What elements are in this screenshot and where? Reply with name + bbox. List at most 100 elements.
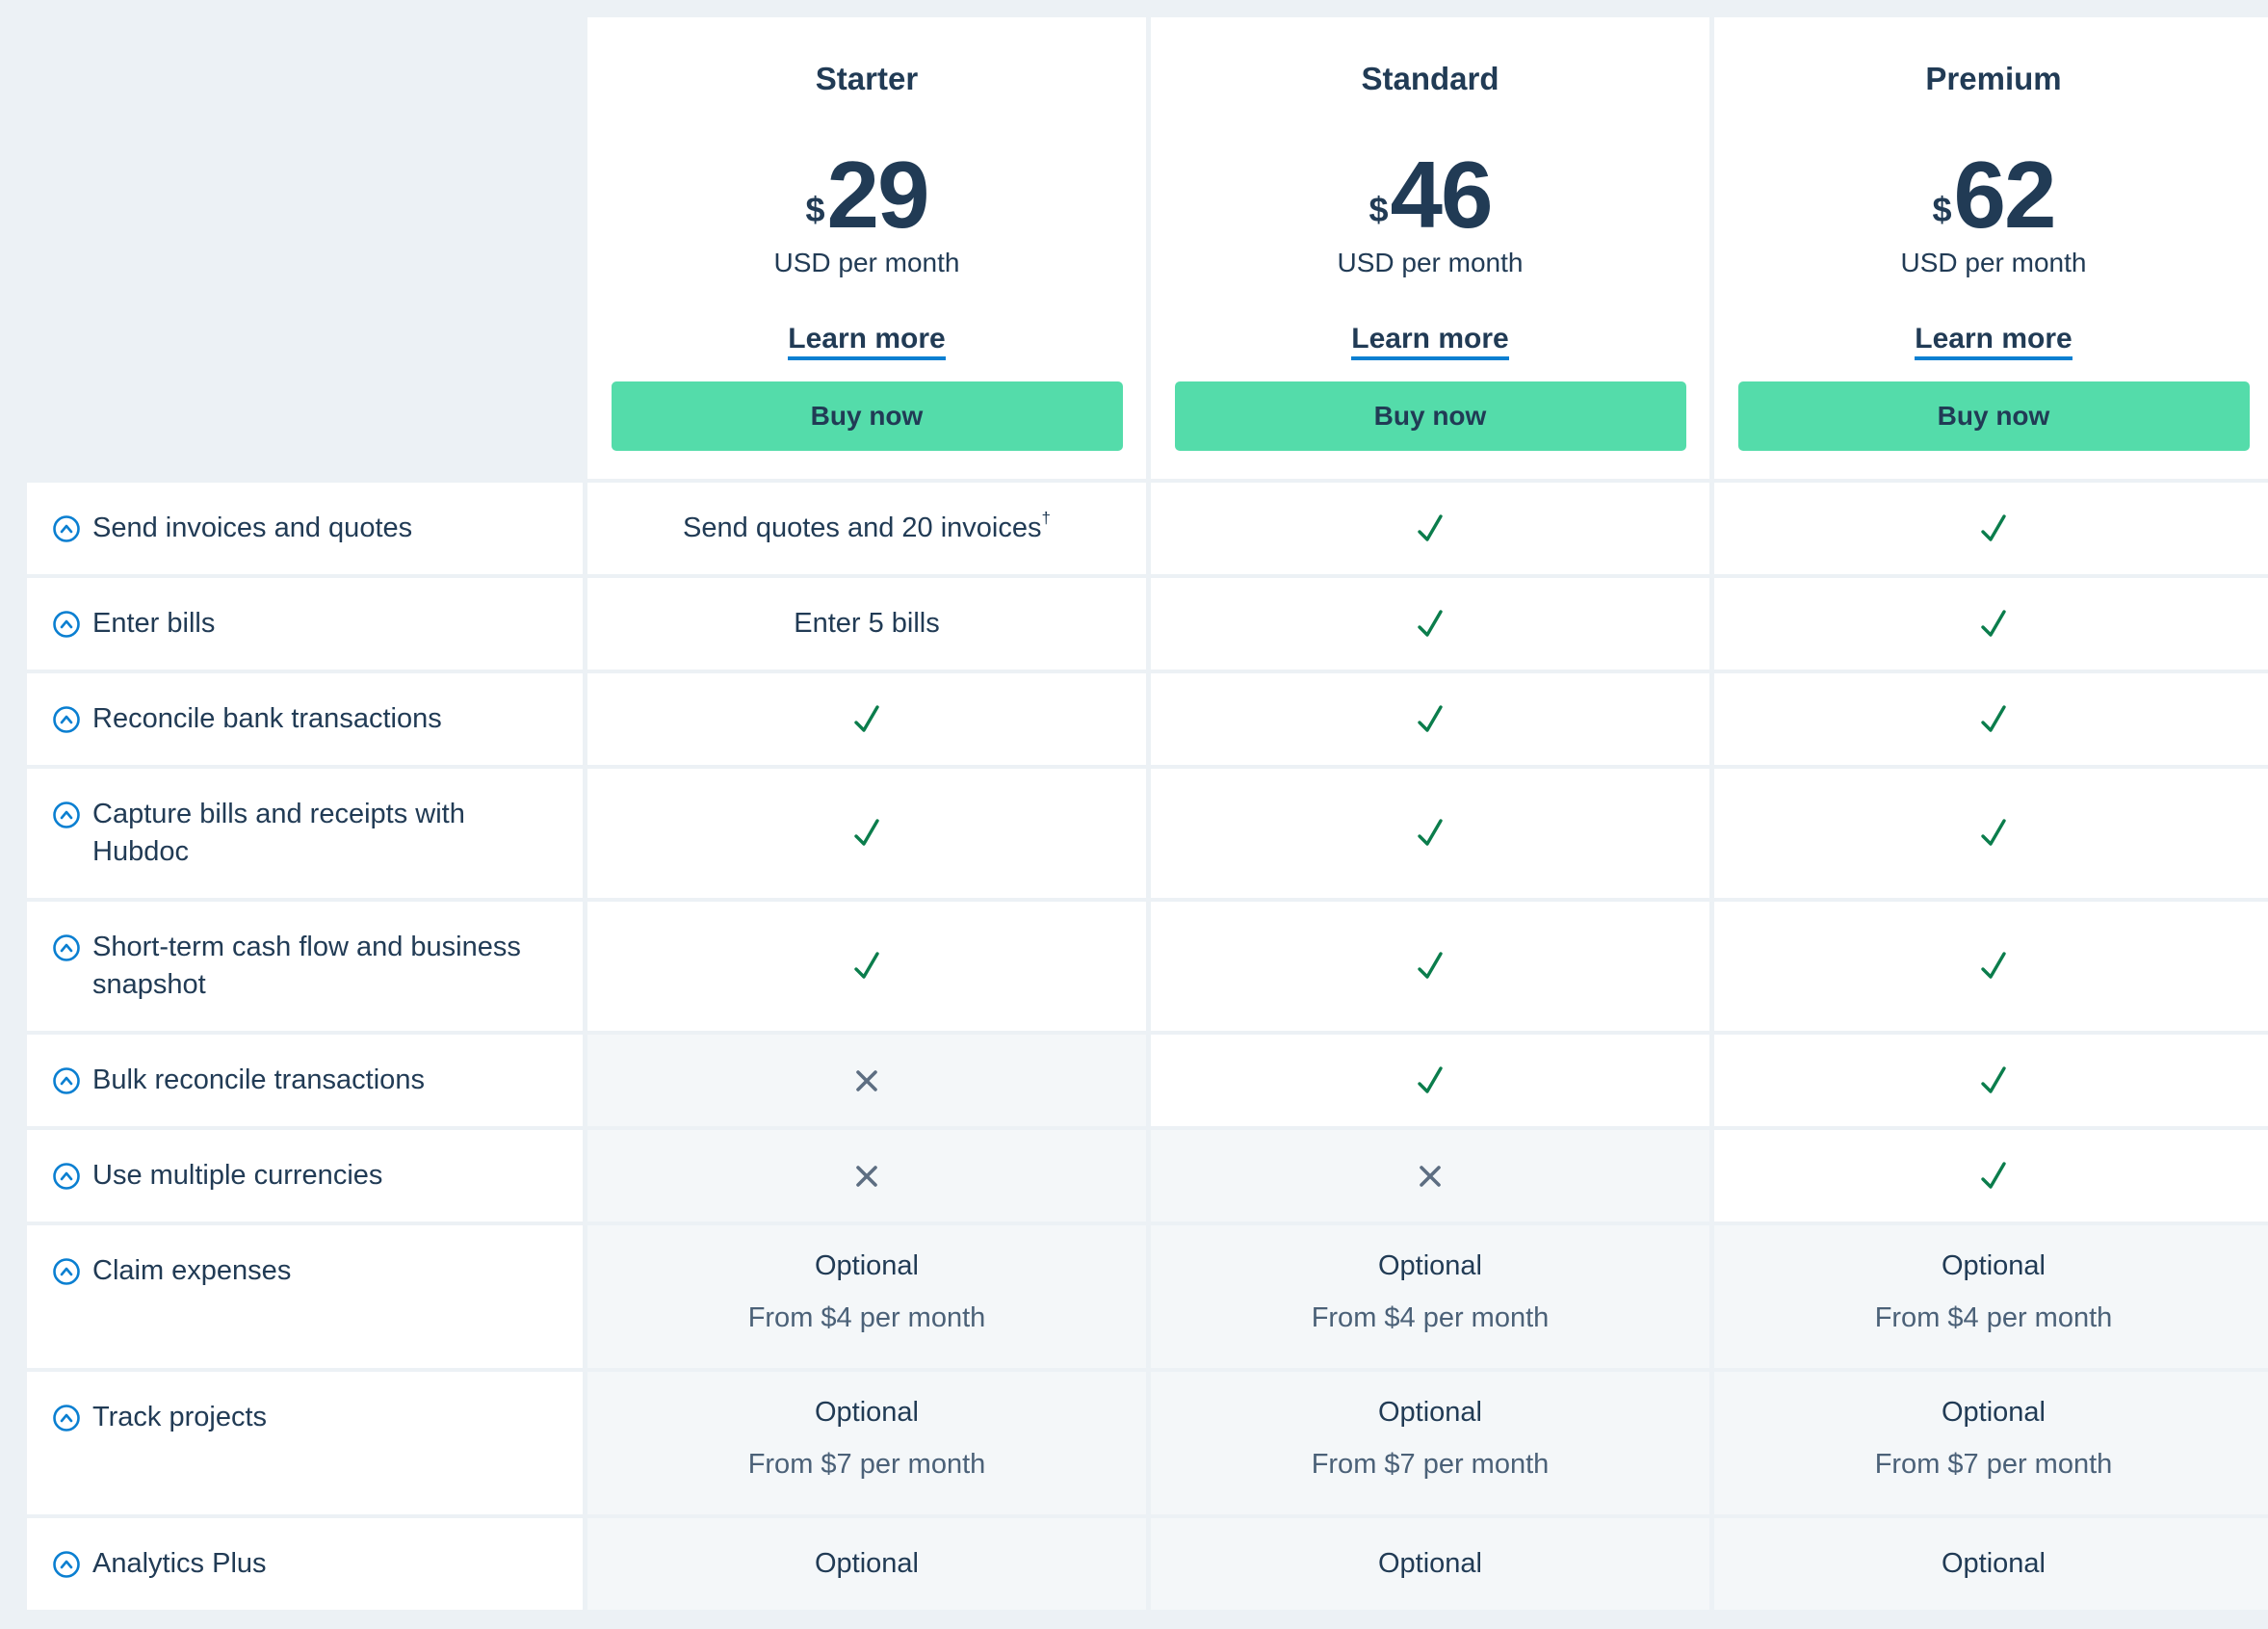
feature-value-standard (1151, 1035, 1709, 1126)
feature-value-standard (1151, 1130, 1709, 1222)
feature-value-standard (1151, 769, 1709, 898)
plan-header-premium: Premium $ 62 USD per month Learn more Bu… (1714, 17, 2268, 479)
footnote-marker: † (1041, 509, 1051, 527)
feature-value-premium (1714, 1035, 2268, 1126)
feature-value-starter: Optional From $7 per month (587, 1372, 1146, 1514)
feature-label: Enter bills (92, 608, 216, 639)
feature-label: Claim expenses (92, 1255, 292, 1286)
checkmark-icon (1416, 1064, 1445, 1097)
feature-label-cell[interactable]: Reconcile bank transactions (27, 673, 583, 765)
buy-now-button[interactable]: Buy now (611, 381, 1123, 451)
limit-text: Send quotes and 20 invoices (683, 512, 1042, 543)
feature-label: Bulk reconcile transactions (92, 1064, 425, 1095)
plan-name: Starter (815, 61, 919, 96)
price-period: USD per month (1900, 248, 2087, 277)
plan-price: $ 46 (1369, 142, 1494, 248)
expand-chevron-circle-icon[interactable] (52, 933, 81, 962)
checkmark-icon (1979, 1064, 2008, 1097)
expand-chevron-circle-icon[interactable] (52, 1066, 81, 1095)
feature-label: Reconcile bank transactions (92, 703, 442, 734)
feature-value-starter (587, 769, 1146, 898)
plan-header-standard: Standard $ 46 USD per month Learn more B… (1151, 17, 1709, 479)
feature-label-cell[interactable]: Enter bills (27, 578, 583, 670)
feature-label: Short-term cash flow and business snapsh… (92, 932, 521, 1000)
checkmark-icon (1979, 608, 2008, 641)
optional-label: Optional (814, 1548, 919, 1579)
buy-now-button[interactable]: Buy now (1174, 381, 1686, 451)
feature-value-starter (587, 1130, 1146, 1222)
header-spacer (27, 17, 583, 479)
feature-label-cell[interactable]: Bulk reconcile transactions (27, 1035, 583, 1126)
feature-value-starter (587, 673, 1146, 765)
checkmark-icon (1416, 817, 1445, 850)
learn-more-link[interactable]: Learn more (1351, 323, 1509, 360)
expand-chevron-circle-icon[interactable] (52, 514, 81, 543)
checkmark-icon (1979, 817, 2008, 850)
buy-now-button[interactable]: Buy now (1737, 381, 2250, 451)
plan-name: Standard (1361, 61, 1499, 96)
expand-chevron-circle-icon[interactable] (52, 1404, 81, 1432)
price-amount: 29 (826, 142, 930, 248)
plan-header-starter: Starter $ 29 USD per month Learn more Bu… (587, 17, 1146, 479)
feature-label-cell[interactable]: Use multiple currencies (27, 1130, 583, 1222)
learn-more-link[interactable]: Learn more (788, 323, 946, 360)
checkmark-icon (1416, 512, 1445, 545)
feature-value-premium (1714, 769, 2268, 898)
feature-value-premium (1714, 902, 2268, 1031)
feature-value-standard: Optional From $4 per month (1151, 1225, 1709, 1368)
feature-value-starter: Enter 5 bills (587, 578, 1146, 670)
feature-label-cell[interactable]: Analytics Plus (27, 1518, 583, 1610)
feature-label: Use multiple currencies (92, 1160, 383, 1191)
expand-chevron-circle-icon[interactable] (52, 1162, 81, 1191)
plan-price: $ 29 (805, 142, 930, 248)
expand-chevron-circle-icon[interactable] (52, 610, 81, 639)
optional-label: Optional (1941, 1250, 2046, 1281)
checkmark-icon (852, 817, 881, 850)
addon-price: From $4 per month (1874, 1302, 2113, 1333)
optional-label: Optional (1941, 1397, 2046, 1428)
feature-label-cell[interactable]: Capture bills and receipts with Hubdoc (27, 769, 583, 898)
cross-icon (853, 1163, 880, 1190)
expand-chevron-circle-icon[interactable] (52, 1257, 81, 1286)
optional-label: Optional (1377, 1548, 1482, 1579)
feature-limit-text: Enter 5 bills (794, 608, 940, 640)
optional-label: Optional (814, 1397, 919, 1428)
feature-label-cell[interactable]: Claim expenses (27, 1225, 583, 1368)
plan-price: $ 62 (1932, 147, 2056, 242)
optional-label: Optional (1377, 1397, 1482, 1428)
feature-label: Send invoices and quotes (92, 512, 413, 543)
checkmark-icon (852, 950, 881, 983)
expand-chevron-circle-icon[interactable] (52, 801, 81, 829)
expand-chevron-circle-icon[interactable] (52, 705, 81, 734)
feature-value-starter (587, 902, 1146, 1031)
price-period: USD per month (1337, 248, 1524, 277)
feature-value-premium: Optional (1714, 1518, 2268, 1610)
limit-text: Enter 5 bills (794, 608, 940, 639)
feature-label: Track projects (92, 1402, 268, 1432)
currency-symbol: $ (1369, 190, 1389, 229)
learn-more-link[interactable]: Learn more (1915, 323, 2072, 360)
feature-value-starter: Send quotes and 20 invoices† (587, 483, 1146, 574)
optional-label: Optional (1377, 1250, 1482, 1281)
checkmark-icon (1979, 703, 2008, 736)
expand-chevron-circle-icon[interactable] (52, 1550, 81, 1579)
optional-label: Optional (1941, 1548, 2046, 1579)
feature-value-standard (1151, 902, 1709, 1031)
addon-price: From $7 per month (1874, 1449, 2113, 1480)
feature-label: Analytics Plus (92, 1548, 267, 1579)
cross-icon (1417, 1163, 1444, 1190)
feature-label-cell[interactable]: Send invoices and quotes (27, 483, 583, 574)
price-amount: 46 (1390, 142, 1494, 248)
feature-value-premium: Optional From $7 per month (1714, 1372, 2268, 1514)
feature-value-standard: Optional From $7 per month (1151, 1372, 1709, 1514)
checkmark-icon (1979, 950, 2008, 983)
feature-label-cell[interactable]: Track projects (27, 1372, 583, 1514)
checkmark-icon (1979, 1160, 2008, 1193)
price-period: USD per month (773, 248, 960, 277)
feature-label-cell[interactable]: Short-term cash flow and business snapsh… (27, 902, 583, 1031)
feature-value-starter: Optional From $4 per month (587, 1225, 1146, 1368)
plan-name: Premium (1925, 61, 2062, 96)
feature-value-premium (1714, 1130, 2268, 1222)
pricing-comparison-table: Starter $ 29 USD per month Learn more Bu… (27, 17, 2268, 1610)
feature-value-premium: Optional From $4 per month (1714, 1225, 2268, 1368)
